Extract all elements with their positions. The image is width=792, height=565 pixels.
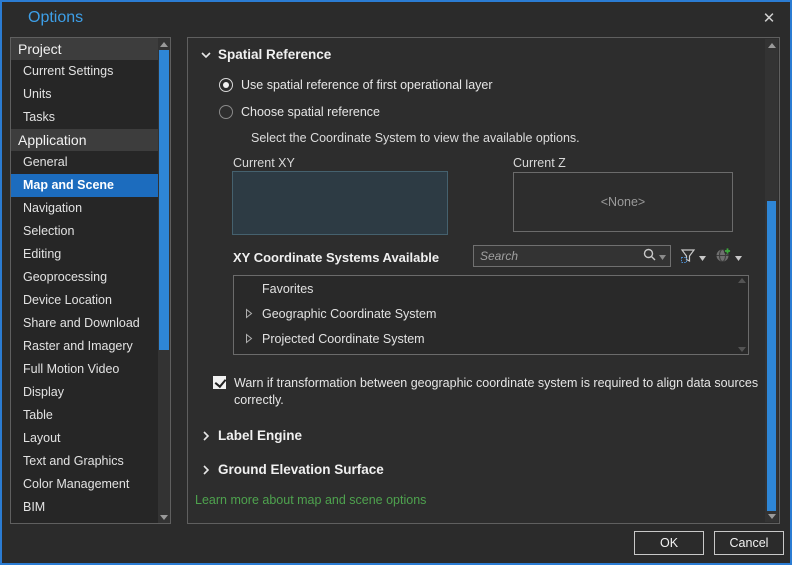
expander-right-icon[interactable] bbox=[242, 333, 256, 344]
funnel-icon bbox=[680, 248, 696, 267]
main-panel: Spatial Reference Use spatial reference … bbox=[187, 37, 780, 524]
search-dropdown-icon[interactable] bbox=[659, 249, 666, 263]
radio-choose-spatial-reference[interactable]: Choose spatial reference bbox=[219, 105, 380, 119]
radio-label: Use spatial reference of first operation… bbox=[241, 78, 493, 92]
section-spatial-reference[interactable]: Spatial Reference bbox=[201, 47, 331, 62]
main-scrollbar-thumb[interactable] bbox=[767, 201, 776, 511]
sidebar-item-text-and-graphics[interactable]: Text and Graphics bbox=[11, 450, 158, 473]
coordinate-search-box bbox=[473, 245, 671, 267]
current-xy-value-box[interactable] bbox=[232, 171, 448, 235]
radio-selected-icon[interactable] bbox=[219, 78, 233, 92]
main-scrollbar[interactable] bbox=[765, 39, 778, 522]
sidebar-item-general[interactable]: General bbox=[11, 151, 158, 174]
tree-item-label: Geographic Coordinate System bbox=[262, 306, 437, 321]
sidebar-scrollbar-thumb[interactable] bbox=[159, 50, 169, 350]
radio-first-operational-layer[interactable]: Use spatial reference of first operation… bbox=[219, 78, 493, 92]
learn-more-link[interactable]: Learn more about map and scene options bbox=[195, 493, 426, 507]
expander-right-icon[interactable] bbox=[242, 308, 256, 319]
globe-dropdown-icon[interactable] bbox=[735, 250, 742, 264]
sidebar-item-editing[interactable]: Editing bbox=[11, 243, 158, 266]
sidebar-item-selection[interactable]: Selection bbox=[11, 220, 158, 243]
sidebar-item-share-and-download[interactable]: Share and Download bbox=[11, 312, 158, 335]
sidebar-item-device-location[interactable]: Device Location bbox=[11, 289, 158, 312]
coordinate-system-tree: Favorites Geographic Coordinate System P… bbox=[233, 275, 749, 355]
checkbox-checked-icon[interactable] bbox=[213, 376, 226, 389]
coordinate-system-instruction: Select the Coordinate System to view the… bbox=[251, 131, 580, 145]
current-z-label: Current Z bbox=[513, 156, 566, 170]
section-title: Spatial Reference bbox=[218, 47, 332, 62]
filter-dropdown-icon[interactable] bbox=[699, 250, 706, 264]
sidebar-list: Project Current Settings Units Tasks App… bbox=[11, 38, 158, 523]
scroll-down-icon[interactable] bbox=[765, 510, 778, 522]
tree-item-label: Favorites bbox=[262, 281, 314, 296]
chevron-down-icon bbox=[201, 50, 211, 60]
filter-button[interactable] bbox=[680, 246, 706, 268]
chevron-right-icon bbox=[201, 430, 211, 441]
tree-item-geographic-coordinate-system[interactable]: Geographic Coordinate System bbox=[234, 301, 748, 326]
tree-scroll-down-icon[interactable] bbox=[738, 347, 746, 352]
scroll-up-icon[interactable] bbox=[158, 38, 170, 50]
scroll-down-icon[interactable] bbox=[158, 511, 170, 523]
add-coordinate-system-button[interactable] bbox=[715, 246, 742, 268]
sidebar-item-navigation[interactable]: Navigation bbox=[11, 197, 158, 220]
current-z-value: <None> bbox=[600, 195, 646, 209]
sidebar-item-color-management[interactable]: Color Management bbox=[11, 473, 158, 496]
current-z-value-box[interactable]: <None> bbox=[513, 172, 733, 232]
section-title: Label Engine bbox=[218, 428, 303, 443]
sidebar-item-current-settings[interactable]: Current Settings bbox=[11, 60, 158, 83]
sidebar-section-project: Project bbox=[11, 38, 158, 60]
sidebar-item-full-motion-video[interactable]: Full Motion Video bbox=[11, 358, 158, 381]
close-icon[interactable]: ✕ bbox=[758, 8, 780, 30]
sidebar-item-geoprocessing[interactable]: Geoprocessing bbox=[11, 266, 158, 289]
section-title: Ground Elevation Surface bbox=[218, 462, 384, 477]
sidebar: Project Current Settings Units Tasks App… bbox=[10, 37, 171, 524]
tree-item-label: Projected Coordinate System bbox=[262, 331, 425, 346]
radio-unselected-icon[interactable] bbox=[219, 105, 233, 119]
sidebar-item-map-and-scene[interactable]: Map and Scene bbox=[11, 174, 158, 197]
current-xy-label: Current XY bbox=[233, 156, 295, 170]
scroll-up-icon[interactable] bbox=[765, 39, 778, 51]
section-ground-elevation-surface[interactable]: Ground Elevation Surface bbox=[201, 462, 384, 477]
section-label-engine[interactable]: Label Engine bbox=[201, 428, 302, 443]
search-box-icons bbox=[643, 248, 670, 264]
dialog-title: Options bbox=[28, 9, 84, 26]
radio-label: Choose spatial reference bbox=[241, 105, 380, 119]
xy-systems-available-label: XY Coordinate Systems Available bbox=[233, 250, 440, 265]
warn-checkbox-label: Warn if transformation between geographi… bbox=[234, 376, 759, 407]
sidebar-scrollbar[interactable] bbox=[158, 38, 170, 523]
search-input[interactable] bbox=[474, 249, 643, 263]
options-dialog: Options ✕ Project Current Settings Units… bbox=[0, 0, 792, 565]
sidebar-section-application: Application bbox=[11, 129, 158, 151]
title-bar: Options ✕ bbox=[2, 2, 790, 36]
sidebar-item-display[interactable]: Display bbox=[11, 381, 158, 404]
cancel-button[interactable]: Cancel bbox=[714, 531, 784, 555]
sidebar-item-layout[interactable]: Layout bbox=[11, 427, 158, 450]
tree-item-favorites[interactable]: Favorites bbox=[234, 276, 748, 301]
sidebar-item-raster-and-imagery[interactable]: Raster and Imagery bbox=[11, 335, 158, 358]
warn-transformation-checkbox-row[interactable]: Warn if transformation between geographi… bbox=[213, 375, 773, 409]
tree-scroll-up-icon[interactable] bbox=[738, 278, 746, 283]
ok-button[interactable]: OK bbox=[634, 531, 704, 555]
sidebar-item-units[interactable]: Units bbox=[11, 83, 158, 106]
sidebar-item-tasks[interactable]: Tasks bbox=[11, 106, 158, 129]
sidebar-item-table[interactable]: Table bbox=[11, 404, 158, 427]
chevron-right-icon bbox=[201, 464, 211, 475]
sidebar-item-bim[interactable]: BIM bbox=[11, 496, 158, 519]
tree-item-projected-coordinate-system[interactable]: Projected Coordinate System bbox=[234, 326, 748, 351]
search-icon[interactable] bbox=[643, 248, 656, 264]
globe-add-icon bbox=[715, 247, 732, 267]
